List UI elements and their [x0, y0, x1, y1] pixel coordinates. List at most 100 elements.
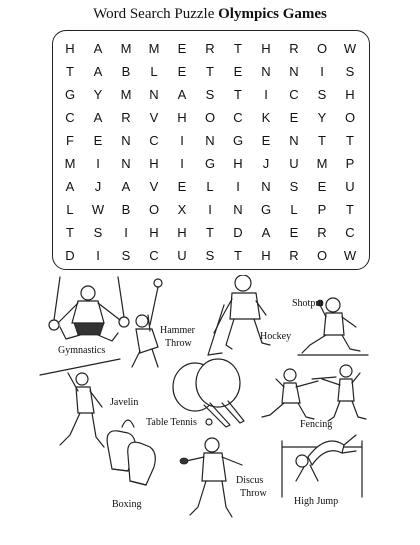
grid-letter[interactable]: S	[308, 83, 336, 107]
grid-letter[interactable]: H	[336, 83, 364, 107]
grid-letter[interactable]: A	[84, 60, 112, 84]
grid-letter[interactable]: G	[224, 129, 252, 153]
grid-letter[interactable]: M	[56, 152, 84, 176]
grid-letter[interactable]: C	[56, 106, 84, 130]
grid-letter[interactable]: N	[140, 83, 168, 107]
grid-letter[interactable]: S	[196, 244, 224, 268]
grid-letter[interactable]: N	[224, 198, 252, 222]
grid-letter[interactable]: N	[280, 60, 308, 84]
grid-letter[interactable]: A	[84, 37, 112, 61]
grid-letter[interactable]: H	[168, 106, 196, 130]
grid-letter[interactable]: W	[336, 37, 364, 61]
grid-letter[interactable]: I	[308, 60, 336, 84]
grid-letter[interactable]: B	[112, 60, 140, 84]
grid-letter[interactable]: A	[168, 83, 196, 107]
grid-letter[interactable]: R	[280, 244, 308, 268]
grid-letter[interactable]: A	[84, 106, 112, 130]
grid-letter[interactable]: I	[168, 152, 196, 176]
grid-letter[interactable]: N	[280, 129, 308, 153]
grid-letter[interactable]: L	[140, 60, 168, 84]
grid-letter[interactable]: R	[280, 37, 308, 61]
grid-letter[interactable]: H	[56, 37, 84, 61]
grid-letter[interactable]: L	[280, 198, 308, 222]
grid-letter[interactable]: C	[140, 244, 168, 268]
grid-letter[interactable]: C	[336, 221, 364, 245]
grid-letter[interactable]: H	[252, 244, 280, 268]
grid-letter[interactable]: R	[196, 37, 224, 61]
grid-letter[interactable]: T	[196, 60, 224, 84]
grid-letter[interactable]: N	[112, 129, 140, 153]
grid-letter[interactable]: C	[280, 83, 308, 107]
grid-letter[interactable]: T	[224, 37, 252, 61]
grid-letter[interactable]: I	[112, 221, 140, 245]
grid-letter[interactable]: L	[196, 175, 224, 199]
grid-letter[interactable]: T	[196, 221, 224, 245]
grid-letter[interactable]: H	[168, 221, 196, 245]
grid-letter[interactable]: G	[56, 83, 84, 107]
grid-letter[interactable]: C	[140, 129, 168, 153]
grid-letter[interactable]: W	[84, 198, 112, 222]
grid-letter[interactable]: I	[84, 244, 112, 268]
grid-letter[interactable]: O	[308, 244, 336, 268]
grid-letter[interactable]: S	[336, 60, 364, 84]
grid-letter[interactable]: N	[252, 175, 280, 199]
grid-letter[interactable]: I	[168, 129, 196, 153]
grid-letter[interactable]: M	[112, 37, 140, 61]
grid-letter[interactable]: M	[112, 83, 140, 107]
grid-letter[interactable]: Y	[308, 106, 336, 130]
grid-letter[interactable]: U	[280, 152, 308, 176]
grid-letter[interactable]: V	[140, 106, 168, 130]
grid-letter[interactable]: V	[140, 175, 168, 199]
grid-letter[interactable]: G	[196, 152, 224, 176]
grid-letter[interactable]: T	[56, 221, 84, 245]
grid-letter[interactable]: U	[168, 244, 196, 268]
grid-letter[interactable]: T	[224, 83, 252, 107]
grid-letter[interactable]: O	[140, 198, 168, 222]
grid-letter[interactable]: N	[196, 129, 224, 153]
grid-letter[interactable]: P	[336, 152, 364, 176]
grid-letter[interactable]: N	[112, 152, 140, 176]
grid-letter[interactable]: T	[56, 60, 84, 84]
grid-letter[interactable]: P	[308, 198, 336, 222]
grid-letter[interactable]: C	[224, 106, 252, 130]
grid-letter[interactable]: E	[168, 175, 196, 199]
grid-letter[interactable]: L	[56, 198, 84, 222]
grid-letter[interactable]: O	[308, 37, 336, 61]
grid-letter[interactable]: H	[140, 152, 168, 176]
grid-letter[interactable]: E	[252, 129, 280, 153]
grid-letter[interactable]: T	[336, 129, 364, 153]
grid-letter[interactable]: F	[56, 129, 84, 153]
grid-letter[interactable]: T	[224, 244, 252, 268]
grid-letter[interactable]: D	[56, 244, 84, 268]
grid-letter[interactable]: K	[252, 106, 280, 130]
grid-letter[interactable]: R	[308, 221, 336, 245]
grid-letter[interactable]: R	[112, 106, 140, 130]
grid-letter[interactable]: D	[224, 221, 252, 245]
grid-letter[interactable]: I	[196, 198, 224, 222]
grid-letter[interactable]: H	[140, 221, 168, 245]
grid-letter[interactable]: T	[336, 198, 364, 222]
grid-letter[interactable]: J	[84, 175, 112, 199]
grid-letter[interactable]: A	[56, 175, 84, 199]
grid-letter[interactable]: E	[84, 129, 112, 153]
grid-letter[interactable]: S	[84, 221, 112, 245]
grid-letter[interactable]: A	[112, 175, 140, 199]
grid-letter[interactable]: W	[336, 244, 364, 268]
grid-letter[interactable]: H	[252, 37, 280, 61]
grid-letter[interactable]: I	[84, 152, 112, 176]
grid-letter[interactable]: E	[280, 106, 308, 130]
grid-letter[interactable]: E	[224, 60, 252, 84]
grid-letter[interactable]: E	[308, 175, 336, 199]
grid-letter[interactable]: H	[224, 152, 252, 176]
grid-letter[interactable]: O	[196, 106, 224, 130]
grid-letter[interactable]: M	[308, 152, 336, 176]
grid-letter[interactable]: B	[112, 198, 140, 222]
grid-letter[interactable]: S	[196, 83, 224, 107]
grid-letter[interactable]: O	[336, 106, 364, 130]
grid-letter[interactable]: G	[252, 198, 280, 222]
grid-letter[interactable]: E	[280, 221, 308, 245]
grid-letter[interactable]: S	[112, 244, 140, 268]
grid-letter[interactable]: E	[168, 60, 196, 84]
grid-letter[interactable]: I	[252, 83, 280, 107]
grid-letter[interactable]: M	[140, 37, 168, 61]
